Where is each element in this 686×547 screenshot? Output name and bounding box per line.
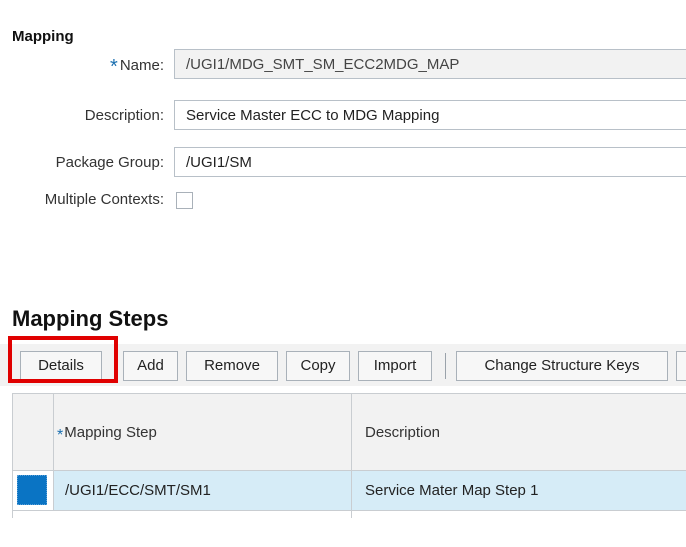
mapping-steps-title: Mapping Steps bbox=[12, 306, 169, 331]
multiple-contexts-row: Multiple Contexts: bbox=[0, 190, 686, 224]
name-label: Name: bbox=[119, 57, 164, 74]
name-field[interactable]: /UGI1/MDG_SMT_SM_ECC2MDG_MAP bbox=[174, 49, 686, 79]
table-row[interactable]: /UGI1/ECC/SMT/SM1 Service Mater Map Step… bbox=[13, 471, 686, 511]
column-header-description[interactable]: Description bbox=[365, 424, 440, 441]
import-button[interactable]: Import bbox=[358, 351, 432, 381]
column-header-mapping-step-label: Mapping Step bbox=[64, 424, 157, 441]
details-button-highlight bbox=[8, 336, 118, 383]
copy-button[interactable]: Copy bbox=[286, 351, 350, 381]
multiple-contexts-checkbox[interactable] bbox=[176, 192, 193, 209]
name-row: * Name: /UGI1/MDG_SMT_SM_ECC2MDG_MAP bbox=[0, 49, 686, 83]
package-group-label: Package Group: bbox=[55, 154, 164, 171]
mapping-section-title: Mapping bbox=[12, 28, 74, 45]
add-button[interactable]: Add bbox=[123, 351, 178, 381]
multiple-contexts-label: Multiple Contexts: bbox=[44, 191, 164, 208]
cell-description[interactable]: Service Mater Map Step 1 bbox=[365, 482, 538, 499]
row-selected-indicator[interactable] bbox=[17, 475, 47, 505]
remove-button[interactable]: Remove bbox=[186, 351, 278, 381]
mapping-page: Mapping * Name: /UGI1/MDG_SMT_SM_ECC2MDG_… bbox=[0, 0, 686, 547]
toolbar-separator bbox=[445, 353, 446, 379]
change-structure-keys-button[interactable]: Change Structure Keys bbox=[456, 351, 668, 381]
cell-mapping-step[interactable]: /UGI1/ECC/SMT/SM1 bbox=[65, 482, 211, 499]
table-header: *Mapping Step Description bbox=[13, 394, 686, 471]
description-label: Description: bbox=[84, 107, 164, 124]
row-selector-cell[interactable] bbox=[13, 471, 54, 510]
name-label-wrap: * Name: bbox=[110, 56, 164, 79]
toolbar-overflow-button[interactable] bbox=[676, 351, 686, 381]
mapping-steps-table: *Mapping Step Description /UGI1/ECC/SMT/… bbox=[12, 393, 686, 518]
description-row: Description: Service Master ECC to MDG M… bbox=[0, 100, 686, 134]
select-all-column-header[interactable] bbox=[13, 394, 54, 470]
package-group-row: Package Group: /UGI1/SM bbox=[0, 147, 686, 181]
required-asterisk-icon: * bbox=[110, 56, 118, 78]
column-divider bbox=[351, 394, 352, 518]
required-asterisk-icon: * bbox=[57, 427, 64, 444]
column-header-mapping-step[interactable]: *Mapping Step bbox=[57, 424, 157, 445]
description-field[interactable]: Service Master ECC to MDG Mapping bbox=[174, 100, 686, 130]
package-group-field[interactable]: /UGI1/SM bbox=[174, 147, 686, 177]
